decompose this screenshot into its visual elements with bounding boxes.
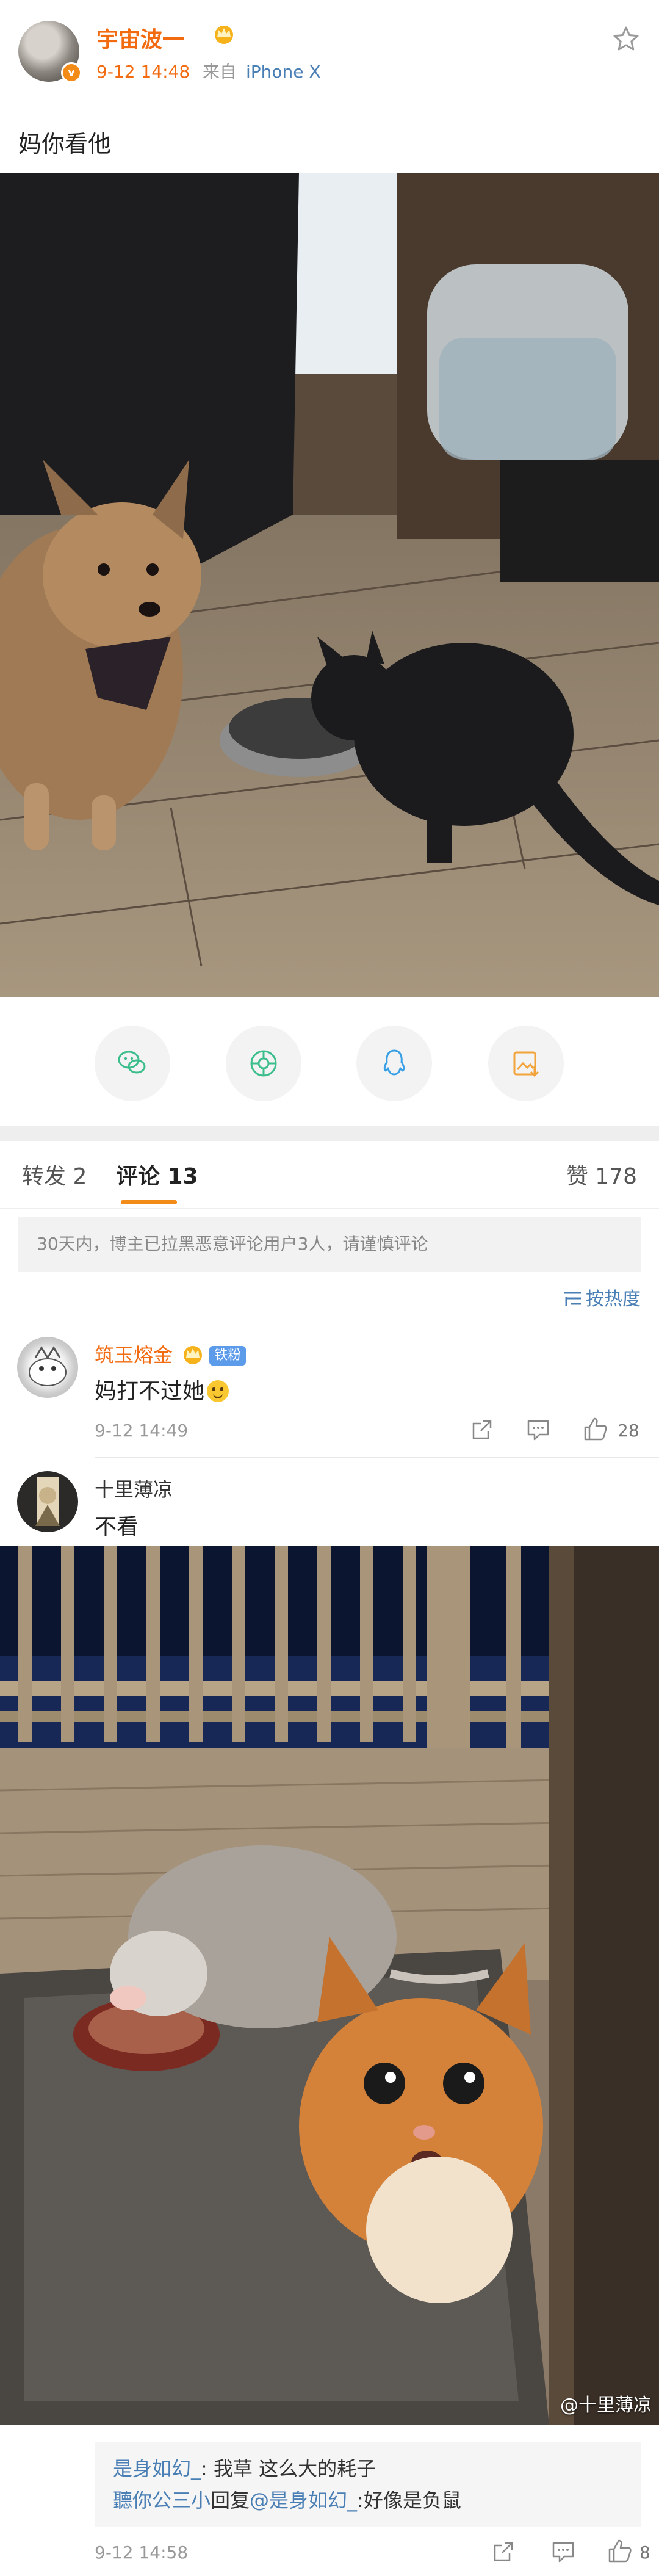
- comment-avatar[interactable]: [17, 1337, 78, 1398]
- post-author-header: v 宇宙波一 9-12 14:48 来自 iPhone X: [18, 18, 641, 85]
- sort-icon: [564, 1292, 581, 1306]
- wechat-icon: [118, 1051, 146, 1074]
- post-meta: 9-12 14:48 来自 iPhone X: [96, 59, 321, 83]
- tab-active-indicator: [121, 1200, 177, 1204]
- comment-time: 9-12 14:49: [95, 1420, 189, 1441]
- comment-time: 9-12 14:58: [95, 2542, 189, 2563]
- tab-like[interactable]: 赞 178: [566, 1159, 637, 1190]
- dog-cat-photo: [0, 173, 659, 997]
- author-name[interactable]: 宇宙波一: [96, 22, 184, 54]
- comment-author[interactable]: 筑玉熔金 铁粉: [95, 1340, 247, 1368]
- opossum-cat-photo: [0, 1546, 659, 2425]
- reply-item: 聽你公三小回复@是身如幻_:好像是负鼠: [113, 2489, 461, 2512]
- crown-icon: [184, 1346, 203, 1364]
- verified-badge-icon: v: [61, 62, 82, 83]
- comment-divider: [95, 1457, 659, 1458]
- post-image[interactable]: [0, 173, 659, 997]
- qq-icon: [383, 1049, 405, 1076]
- save-image-icon: [513, 1051, 539, 1077]
- comment-replies[interactable]: 是身如幻_: 我草 这么大的耗子 聽你公三小回复@是身如幻_:好像是负鼠: [95, 2442, 641, 2527]
- sort-by-hot-button[interactable]: 按热度: [563, 1284, 641, 1311]
- post-text: 妈你看他: [18, 131, 112, 157]
- comment-like-count: 28: [618, 1420, 639, 1441]
- fan-badge: 铁粉: [209, 1346, 247, 1366]
- smile-emoji-icon: [207, 1380, 229, 1402]
- post-time: 9-12 14:48: [96, 62, 190, 82]
- share-row: [0, 1026, 659, 1105]
- share-moments-button[interactable]: [226, 1026, 301, 1101]
- comment-like-count: 8: [639, 2542, 650, 2563]
- tab-repost[interactable]: 转发 2: [22, 1159, 87, 1190]
- tab-comment[interactable]: 评论 13: [116, 1159, 198, 1190]
- like-comment-icon[interactable]: [583, 1416, 608, 1442]
- comment-notice: 30天内，博主已拉黑恶意评论用户3人，请谨慎评论: [18, 1217, 641, 1272]
- reply-mention[interactable]: @是身如幻_: [250, 2489, 357, 2512]
- image-watermark: @十里薄凉: [560, 2395, 652, 2416]
- share-wechat-button[interactable]: [95, 1026, 170, 1101]
- share-comment-icon[interactable]: [470, 1417, 494, 1442]
- device-link[interactable]: iPhone X: [246, 62, 321, 82]
- comment-author[interactable]: 十里薄凉: [95, 1474, 173, 1502]
- comment-text: 不看: [95, 1514, 139, 1539]
- source-prefix: 来自: [203, 62, 237, 82]
- reply-comment-icon[interactable]: [526, 1417, 550, 1442]
- save-image-button[interactable]: [488, 1026, 564, 1101]
- sort-label: 按热度: [586, 1289, 641, 1310]
- comment-text: 妈打不过她: [95, 1373, 229, 1405]
- share-qq-button[interactable]: [356, 1026, 432, 1101]
- section-divider: [0, 1126, 659, 1141]
- interaction-tabs: 转发 2 评论 13 赞 178: [0, 1141, 659, 1209]
- comment-avatar[interactable]: [17, 1471, 78, 1532]
- reply-user[interactable]: 聽你公三小: [113, 2489, 211, 2512]
- reply-item: 是身如幻_: 我草 这么大的耗子: [113, 2457, 376, 2480]
- comment-image[interactable]: @十里薄凉: [0, 1546, 659, 2425]
- like-comment-icon[interactable]: [607, 2538, 633, 2564]
- moments-icon: [250, 1050, 277, 1077]
- reply-user[interactable]: 是身如幻_: [113, 2457, 201, 2480]
- reply-comment-icon[interactable]: [551, 2539, 575, 2564]
- star-icon[interactable]: [611, 24, 641, 54]
- crown-icon: [215, 26, 233, 44]
- share-comment-icon[interactable]: [491, 2539, 516, 2564]
